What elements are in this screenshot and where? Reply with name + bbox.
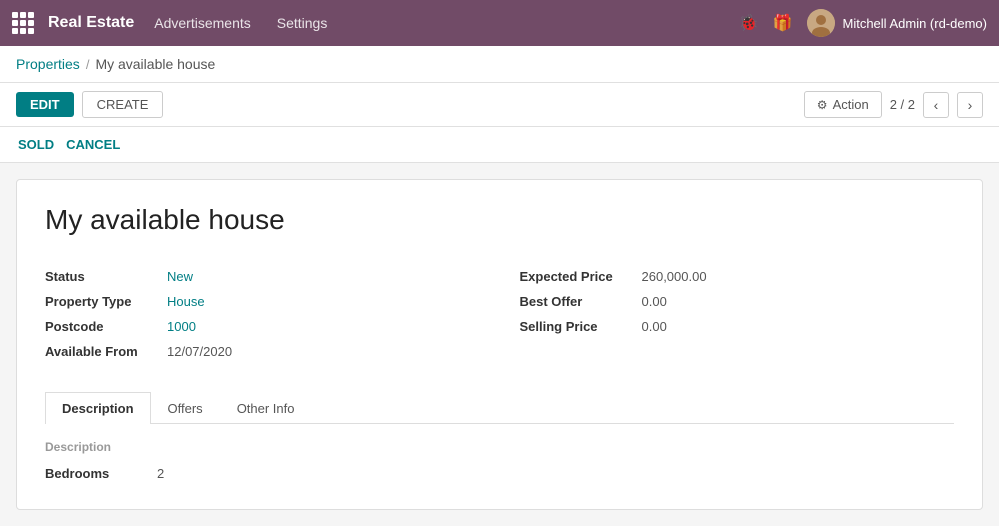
action-bar: EDIT CREATE ⚙ Action 2 / 2 ‹ › (0, 83, 999, 127)
cancel-button[interactable]: CANCEL (64, 133, 122, 162)
top-navigation: Real Estate Advertisements Settings 🐞 🎁 … (0, 0, 999, 46)
sold-button[interactable]: SOLD (16, 133, 56, 162)
fields-grid: Status New Property Type House Postcode … (45, 264, 954, 364)
field-label-selling-price: Selling Price (520, 319, 630, 334)
field-label-best-offer: Best Offer (520, 294, 630, 309)
app-grid-icon[interactable] (12, 12, 34, 34)
avatar (807, 9, 835, 37)
field-status: Status New (45, 264, 480, 289)
main-content: My available house Status New Property T… (0, 163, 999, 526)
action-button[interactable]: ⚙ Action (804, 91, 882, 118)
field-value-bedrooms: 2 (157, 466, 164, 481)
nav-settings[interactable]: Settings (271, 11, 334, 35)
app-title: Real Estate (48, 14, 134, 32)
field-label-available-from: Available From (45, 344, 155, 359)
user-name-label: Mitchell Admin (rd-demo) (843, 16, 988, 31)
field-value-selling-price: 0.00 (642, 319, 667, 334)
section-description-label: Description (45, 440, 954, 454)
field-value-best-offer: 0.00 (642, 294, 667, 309)
field-available-from: Available From 12/07/2020 (45, 339, 480, 364)
status-bar: SOLD CANCEL (0, 127, 999, 163)
field-selling-price: Selling Price 0.00 (520, 314, 955, 339)
nav-advertisements[interactable]: Advertisements (148, 11, 256, 35)
field-value-expected-price: 260,000.00 (642, 269, 707, 284)
next-page-button[interactable]: › (957, 92, 983, 118)
breadcrumb-current: My available house (95, 56, 215, 72)
breadcrumb-parent[interactable]: Properties (16, 56, 80, 72)
field-best-offer: Best Offer 0.00 (520, 289, 955, 314)
field-label-status: Status (45, 269, 155, 284)
fields-left: Status New Property Type House Postcode … (45, 264, 480, 364)
field-value-available-from: 12/07/2020 (167, 344, 232, 359)
create-button[interactable]: CREATE (82, 91, 164, 118)
field-value-status: New (167, 269, 193, 284)
tabs-bar: Description Offers Other Info (45, 392, 954, 424)
field-label-bedrooms: Bedrooms (45, 466, 145, 481)
field-bedrooms: Bedrooms 2 (45, 462, 954, 485)
field-postcode: Postcode 1000 (45, 314, 480, 339)
field-expected-price: Expected Price 260,000.00 (520, 264, 955, 289)
field-value-postcode: 1000 (167, 319, 196, 334)
pagination: 2 / 2 ‹ › (890, 92, 983, 118)
tab-other-info[interactable]: Other Info (220, 392, 312, 424)
edit-button[interactable]: EDIT (16, 92, 74, 117)
gear-icon: ⚙ (817, 98, 828, 112)
field-label-postcode: Postcode (45, 319, 155, 334)
field-value-property-type: House (167, 294, 205, 309)
field-property-type: Property Type House (45, 289, 480, 314)
prev-page-button[interactable]: ‹ (923, 92, 949, 118)
field-label-property-type: Property Type (45, 294, 155, 309)
record-title: My available house (45, 204, 954, 236)
fields-right: Expected Price 260,000.00 Best Offer 0.0… (520, 264, 955, 364)
user-menu[interactable]: Mitchell Admin (rd-demo) (807, 9, 988, 37)
bug-icon[interactable]: 🐞 (739, 13, 759, 33)
breadcrumb: Properties / My available house (0, 46, 999, 83)
tab-content-description: Description Bedrooms 2 (45, 440, 954, 485)
tab-description[interactable]: Description (45, 392, 151, 424)
breadcrumb-separator: / (86, 57, 90, 72)
gift-icon[interactable]: 🎁 (773, 13, 793, 33)
field-label-expected-price: Expected Price (520, 269, 630, 284)
tab-offers[interactable]: Offers (151, 392, 220, 424)
record-card: My available house Status New Property T… (16, 179, 983, 510)
